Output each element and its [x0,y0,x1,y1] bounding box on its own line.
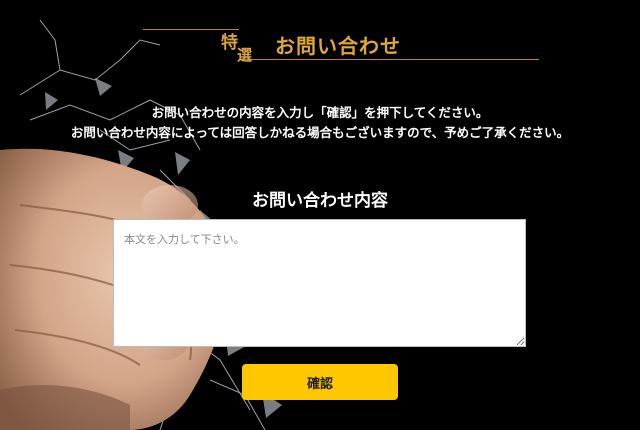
tokusen-badge: 特 選 [221,28,261,64]
contact-page: 特 選 お問い合わせ お問い合わせの内容を入力し「確認」を押下してください。 お… [0,0,640,430]
inquiry-label: お問い合わせ内容 [252,191,388,211]
badge-char-1: 特 [221,33,238,53]
intro-line-1: お問い合わせの内容を入力し「確認」を押下してください。 [151,105,489,120]
badge-char-2: 選 [237,46,253,64]
heading-underline [239,59,539,60]
inquiry-textarea[interactable] [113,219,526,347]
intro-text: お問い合わせの内容を入力し「確認」を押下してください。 お問い合わせ内容によって… [0,103,640,143]
confirm-button[interactable]: 確認 [242,364,398,400]
page-heading: 特 選 お問い合わせ [143,24,539,64]
page-title: お問い合わせ [275,34,401,58]
intro-line-2: お問い合わせ内容によっては回答しかねる場合もございますので、予めご了承ください。 [70,125,570,140]
